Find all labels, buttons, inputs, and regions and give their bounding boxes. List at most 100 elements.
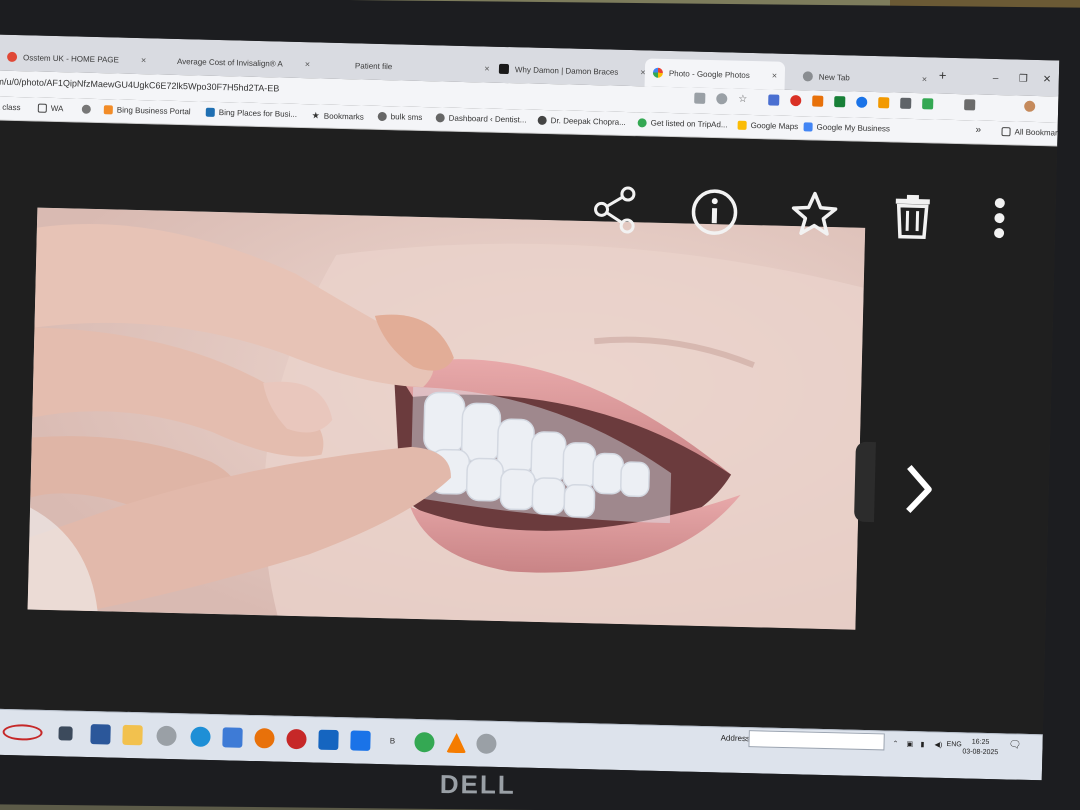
bookmark-label: Bing Business Portal xyxy=(116,105,191,117)
bookmark-item[interactable] xyxy=(81,104,95,114)
extension-icon[interactable] xyxy=(812,95,824,107)
tab-invisalign[interactable]: Average Cost of Invisalign® A × xyxy=(169,47,319,79)
extension-icon[interactable] xyxy=(768,94,780,106)
monitor-bezel: Osstem UK - HOME PAGE × Average Cost of … xyxy=(0,0,1080,810)
bookmark-item[interactable]: Get listed on TripAd... xyxy=(637,118,728,130)
new-tab-button[interactable]: + xyxy=(939,68,947,83)
share-icon[interactable] xyxy=(589,183,640,234)
extension-icon[interactable] xyxy=(878,97,890,109)
app-icon[interactable] xyxy=(350,730,371,751)
bookmark-label: WA xyxy=(50,103,64,114)
tab-patient-file[interactable]: Patient file × xyxy=(347,51,498,83)
extension-icon[interactable] xyxy=(834,96,846,108)
more-vert-icon[interactable] xyxy=(979,193,1020,244)
edge-icon[interactable] xyxy=(190,726,211,747)
next-button-backdrop xyxy=(853,441,876,523)
minimize-button[interactable]: – xyxy=(993,73,999,84)
chrome-taskbar-icon[interactable] xyxy=(156,725,177,747)
clock[interactable]: 16:25 03-08-2025 xyxy=(962,737,998,758)
url-field[interactable]: .com/u/0/photo/AF1QipNfzMaewGU4UgkC6E72l… xyxy=(0,76,279,93)
monitor-screen: Osstem UK - HOME PAGE × Average Cost of … xyxy=(0,34,1060,781)
folder-icon xyxy=(1001,127,1011,137)
bookmark-label: Google My Business xyxy=(816,122,891,134)
file-explorer-icon[interactable] xyxy=(122,724,143,746)
photo-viewer xyxy=(0,120,1058,735)
photo-image xyxy=(27,207,866,630)
tab-close-icon[interactable]: × xyxy=(922,74,928,84)
bookmark-item[interactable]: ★ Bookmarks xyxy=(312,110,364,122)
tab-close-icon[interactable]: × xyxy=(772,71,778,81)
star-icon: ★ xyxy=(311,110,320,121)
bookmark-label: Bookmarks xyxy=(323,111,364,122)
app-icon[interactable] xyxy=(286,728,307,750)
bookmark-label: Google Maps xyxy=(750,120,799,132)
bookmark-label: Get listed on TripAd... xyxy=(650,118,728,130)
tab-close-icon[interactable]: × xyxy=(141,55,147,65)
tray-chevron-icon[interactable]: ⌃ xyxy=(892,740,898,748)
word-icon[interactable] xyxy=(90,724,111,745)
bookmark-item[interactable]: Bing Business Portal xyxy=(103,105,191,117)
extensions-puzzle-icon[interactable] xyxy=(964,99,976,111)
maps-app-icon[interactable] xyxy=(414,731,435,753)
bookmark-item[interactable]: Bing Places for Busi... xyxy=(205,107,298,119)
d-icon xyxy=(498,63,510,75)
bookmark-item[interactable]: Google Maps xyxy=(737,120,799,132)
bookmark-item[interactable]: Google My Business xyxy=(803,122,891,134)
bing-icon xyxy=(103,105,113,115)
tab-label: Why Damon | Damon Braces xyxy=(514,64,619,77)
bookmark-label: All Bookmarks xyxy=(1014,127,1060,138)
screen-cast-icon[interactable] xyxy=(694,92,706,104)
network-icon[interactable]: ▮ xyxy=(920,740,924,748)
bookmark-label: bulk sms xyxy=(390,112,423,122)
app-icon[interactable] xyxy=(318,729,339,751)
tab-google-photos[interactable]: Photo - Google Photos × xyxy=(644,58,786,90)
notification-icon[interactable]: 🗨 xyxy=(1008,739,1021,750)
firefox-icon[interactable] xyxy=(254,728,275,749)
window-close-button[interactable]: ✕ xyxy=(1043,74,1052,85)
bookmark-item[interactable]: WA xyxy=(37,103,64,114)
zoom-icon[interactable] xyxy=(716,93,728,105)
address-toolbar-input[interactable] xyxy=(748,730,885,751)
tab-label: Patient file xyxy=(354,60,393,71)
info-icon[interactable] xyxy=(689,186,740,237)
vlc-icon[interactable] xyxy=(446,733,466,753)
extension-icon[interactable] xyxy=(856,96,868,108)
extension-icon[interactable] xyxy=(922,98,934,110)
bookmark-star-icon[interactable]: ☆ xyxy=(738,94,749,105)
extension-icon[interactable] xyxy=(790,94,802,107)
bookmark-item[interactable]: it dora class xyxy=(0,102,21,112)
tray-app-icon[interactable]: ▣ xyxy=(906,740,913,748)
delete-icon[interactable] xyxy=(887,190,938,241)
restore-button[interactable]: ❐ xyxy=(1019,74,1028,85)
start-logo-icon[interactable] xyxy=(2,723,43,741)
bookmarks-overflow-button[interactable]: » xyxy=(975,124,981,135)
extension-icon[interactable] xyxy=(900,97,912,109)
tab-damon[interactable]: Why Damon | Damon Braces × xyxy=(491,55,654,87)
task-view-icon[interactable] xyxy=(58,726,73,741)
globe-icon xyxy=(435,113,445,123)
next-photo-arrow-icon[interactable] xyxy=(898,459,939,520)
bookmark-item[interactable]: bulk sms xyxy=(377,111,423,122)
tab-close-icon[interactable]: × xyxy=(305,59,311,69)
globe-icon xyxy=(377,111,387,122)
bookmark-item[interactable]: Dr. Deepak Chopra... xyxy=(537,115,626,127)
volume-icon[interactable]: ◀) xyxy=(934,741,942,749)
tab-osstem[interactable]: Osstem UK - HOME PAGE × xyxy=(0,43,155,75)
app-b-icon[interactable]: B xyxy=(382,731,402,751)
all-bookmarks-button[interactable]: All Bookmarks xyxy=(1001,127,1059,138)
app-icon[interactable] xyxy=(222,727,243,748)
bookmark-label: Bing Places for Busi... xyxy=(218,108,298,119)
bookmark-item[interactable]: Dashboard ‹ Dentist... xyxy=(435,113,527,125)
chrome-taskbar-icon[interactable] xyxy=(476,733,497,754)
language-indicator[interactable]: ENG xyxy=(946,741,961,748)
bookmark-label: Dr. Deepak Chopra... xyxy=(550,116,626,127)
chrome-icon xyxy=(802,71,813,82)
opera-icon xyxy=(6,51,18,63)
bookmark-label: Dashboard ‹ Dentist... xyxy=(448,113,527,125)
tab-label: New Tab xyxy=(818,72,850,82)
tab-new-tab[interactable]: New Tab × xyxy=(795,62,936,93)
favorite-star-icon[interactable] xyxy=(789,188,840,239)
profile-avatar-icon[interactable] xyxy=(1024,100,1036,112)
tab-label: Photo - Google Photos xyxy=(668,68,750,80)
tab-close-icon[interactable]: × xyxy=(484,63,490,73)
